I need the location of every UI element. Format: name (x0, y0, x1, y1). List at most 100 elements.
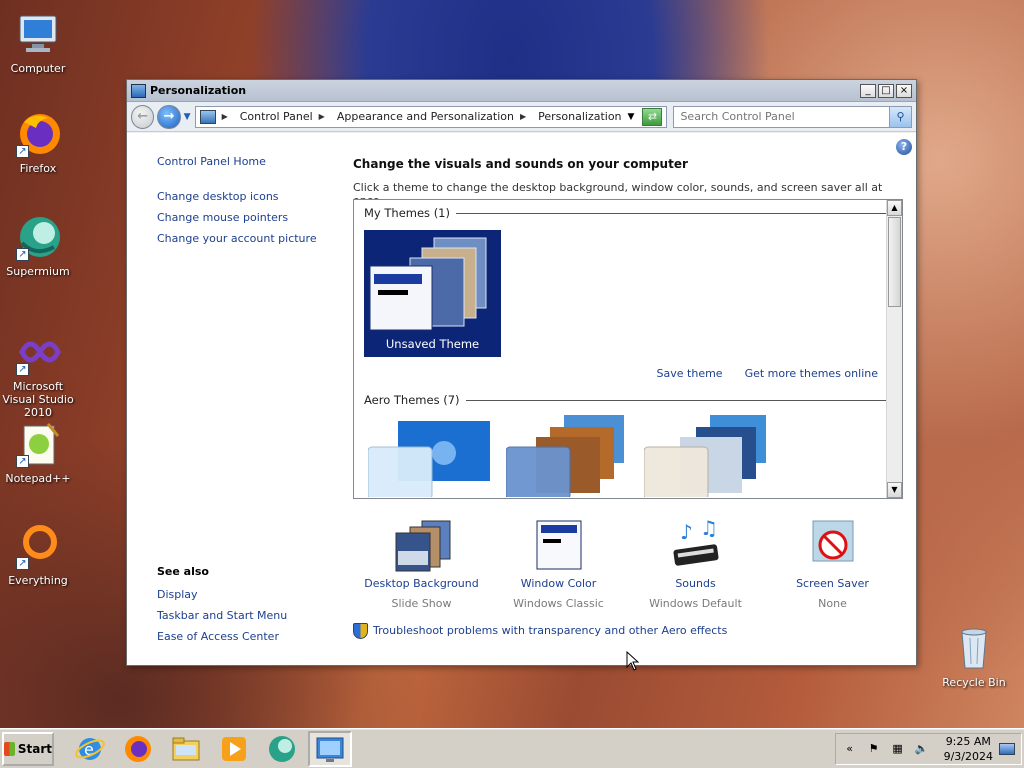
desktop-icon-notepadpp[interactable]: ↗ Notepad++ (0, 420, 80, 485)
theme-list-scrollbar[interactable]: ▲ ▼ (886, 200, 902, 498)
window-color-value: Windows Classic (513, 597, 604, 610)
taskbar-firefox[interactable] (116, 731, 160, 767)
see-also-title: See also (157, 565, 209, 578)
window-color-label: Window Color (520, 577, 597, 590)
sounds-setting[interactable]: ♪ ♫ Sounds Windows Default (627, 516, 764, 610)
title-bar[interactable]: Personalization _ □ × (127, 80, 916, 102)
taskbar-media-player[interactable] (212, 731, 256, 767)
network-icon[interactable]: ▦ (890, 741, 906, 757)
desktop-background-value: Slide Show (391, 597, 452, 610)
desktop-icon-label: Microsoft Visual Studio 2010 (2, 380, 74, 419)
breadcrumb-appearance[interactable]: Appearance and Personalization (337, 110, 514, 123)
notification-area: « ⚑ ▦ 🔈 9:25 AM 9/3/2024 (834, 732, 1022, 765)
desktop-icon-supermium[interactable]: ↗ Supermium (0, 213, 80, 278)
desktop-icon-recycle-bin[interactable]: Recycle Bin (932, 624, 1016, 689)
system-clock[interactable]: 9:25 AM 9/3/2024 (944, 734, 993, 764)
theme-settings: Desktop Background Slide Show Window Col… (353, 516, 903, 610)
desktop-icon-firefox[interactable]: ↗ Firefox (0, 110, 80, 175)
personalization-window: Personalization _ □ × ← → ▼ ▶ Control Pa… (126, 79, 917, 666)
desktop-background-setting[interactable]: Desktop Background Slide Show (353, 517, 490, 610)
screen-saver-setting[interactable]: Screen Saver None (764, 517, 901, 610)
clock-time: 9:25 AM (945, 734, 991, 748)
unsaved-theme-label: Unsaved Theme (385, 337, 480, 351)
aero-theme-windows[interactable] (367, 415, 490, 498)
breadcrumb-control-panel[interactable]: Control Panel (240, 110, 313, 123)
svg-text:♪: ♪ (680, 520, 693, 544)
see-also-section: See also Display Taskbar and Start Menu … (157, 565, 337, 647)
internet-explorer-icon: e (75, 737, 105, 760)
control-panel-home-link[interactable]: Control Panel Home (157, 151, 337, 172)
troubleshoot-aero-link[interactable]: Troubleshoot problems with transparency … (373, 623, 727, 639)
supermium-icon: ↗ (14, 213, 62, 261)
screen-saver-label: Screen Saver (796, 577, 869, 590)
breadcrumb-separator[interactable]: ▶ (520, 112, 532, 121)
breadcrumb-personalization[interactable]: Personalization (538, 110, 621, 123)
aero-theme-architecture[interactable] (505, 415, 628, 498)
theme-list[interactable]: My Themes (1) Unsaved Theme Save theme G… (353, 199, 903, 499)
theme-actions: Save theme Get more themes online (354, 357, 902, 389)
my-themes-label: My Themes (1) (364, 206, 450, 220)
svg-text:♫: ♫ (700, 517, 718, 540)
everything-icon: ↗ (14, 522, 62, 570)
action-center-flag-icon[interactable]: ⚑ (866, 741, 882, 757)
aero-theme-characters[interactable] (643, 415, 766, 498)
close-button[interactable]: × (896, 83, 912, 98)
search-icon[interactable]: ⚲ (889, 106, 911, 127)
ease-of-access-link[interactable]: Ease of Access Center (157, 626, 337, 647)
taskbar-control-panel[interactable] (308, 730, 352, 767)
minimize-button[interactable]: _ (860, 83, 876, 98)
save-theme-link[interactable]: Save theme (657, 366, 723, 382)
search-input[interactable] (674, 110, 889, 123)
start-label: Start (17, 741, 52, 756)
desktop-icon-everything[interactable]: ↗ Everything (0, 522, 80, 587)
change-account-picture-link[interactable]: Change your account picture (157, 228, 337, 249)
windows-flag-icon (4, 741, 15, 756)
back-button[interactable]: ← (131, 104, 155, 129)
desktop-icon-computer[interactable]: Computer (0, 10, 80, 75)
folder-icon (172, 737, 200, 760)
refresh-button[interactable]: ⇄ (642, 107, 663, 126)
aero-themes-group: Aero Themes (7) (354, 389, 902, 411)
window-color-setting[interactable]: Window Color Windows Classic (490, 517, 627, 610)
control-panel-icon (199, 109, 216, 124)
unsaved-theme-tile[interactable]: Unsaved Theme (364, 230, 501, 357)
change-desktop-icons-link[interactable]: Change desktop icons (157, 186, 337, 207)
desktop-icon-visual-studio[interactable]: ↗ Microsoft Visual Studio 2010 (0, 328, 80, 419)
taskbar-internet-explorer[interactable]: e (68, 731, 112, 767)
desktop-icon-label: Firefox (19, 162, 57, 175)
show-hidden-icons-icon[interactable]: « (842, 741, 858, 757)
breadcrumb-root-arrow[interactable]: ▶ (222, 112, 234, 121)
scroll-up-button[interactable]: ▲ (887, 200, 902, 216)
change-mouse-pointers-link[interactable]: Change mouse pointers (157, 207, 337, 228)
get-more-themes-link[interactable]: Get more themes online (745, 366, 878, 382)
volume-muted-icon[interactable]: 🔈 (914, 741, 930, 757)
scroll-down-button[interactable]: ▼ (887, 482, 902, 498)
aero-theme-row (354, 415, 902, 498)
show-desktop-icon[interactable] (999, 742, 1015, 755)
scrollbar-thumb[interactable] (888, 217, 901, 307)
breadcrumb-separator[interactable]: ▶ (319, 112, 331, 121)
forward-button[interactable]: → (157, 104, 181, 129)
taskbar-file-explorer[interactable] (164, 731, 208, 767)
my-themes-group: My Themes (1) (354, 202, 902, 224)
clock-date: 9/3/2024 (943, 749, 993, 763)
start-button[interactable]: Start (2, 731, 54, 766)
computer-icon (14, 10, 62, 58)
search-box: ⚲ (673, 105, 912, 128)
desktop-icon-label: Everything (8, 574, 68, 587)
uac-shield-icon (353, 623, 368, 639)
visual-studio-icon: ↗ (14, 328, 62, 376)
shortcut-arrow-icon: ↗ (16, 145, 29, 158)
maximize-button[interactable]: □ (878, 83, 894, 98)
supermium-icon (269, 735, 295, 762)
address-dropdown-arrow[interactable]: ▼ (628, 112, 635, 122)
troubleshoot-row: Troubleshoot problems with transparency … (353, 623, 727, 639)
taskbar-start-menu-link[interactable]: Taskbar and Start Menu (157, 605, 337, 626)
taskbar-supermium[interactable] (260, 731, 304, 767)
address-bar[interactable]: ▶ Control Panel ▶ Appearance and Persona… (194, 105, 668, 128)
help-icon[interactable]: ? (896, 139, 912, 155)
window-title: Personalization (150, 84, 247, 97)
firefox-icon (125, 735, 151, 762)
recent-pages-dropdown[interactable]: ▼ (184, 112, 191, 122)
display-link[interactable]: Display (157, 584, 337, 605)
